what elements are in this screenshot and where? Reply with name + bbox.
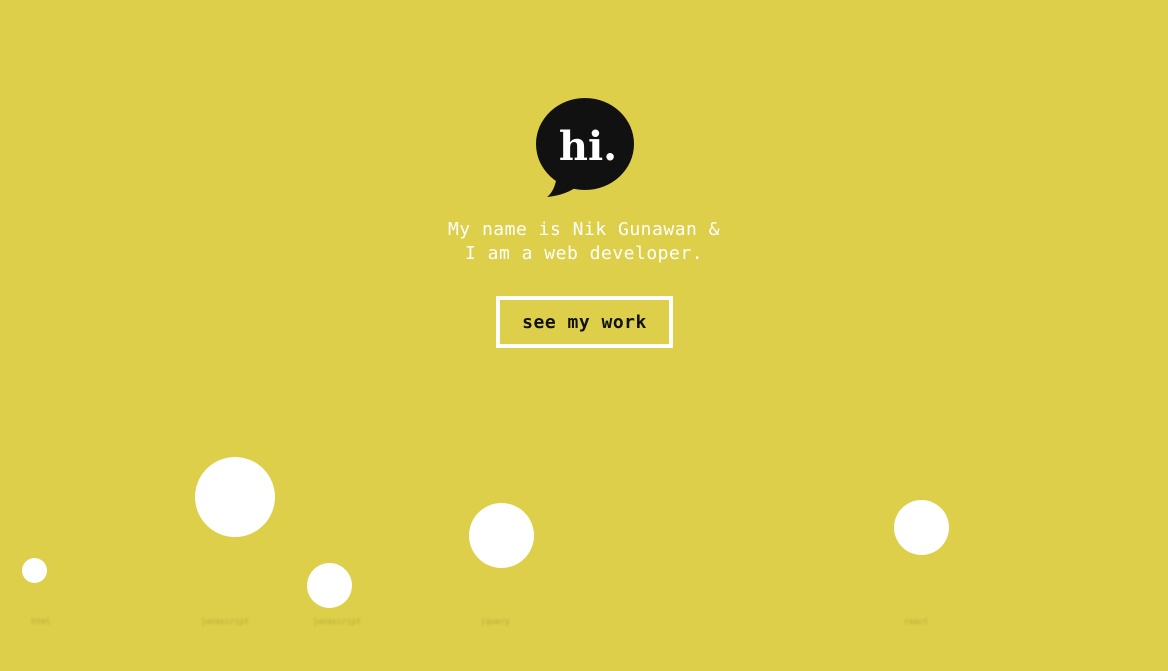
landing-page: hi. My name is Nik Gunawan & I am a web … [0,0,1168,671]
skill-bubble-label: html [31,617,51,626]
intro-text: My name is Nik Gunawan & I am a web deve… [384,218,784,266]
logo-text: hi. [559,123,617,170]
skill-bubble-label: jquery [480,617,510,626]
skill-bubble-label: react [903,617,929,626]
skill-bubble[interactable] [469,503,534,568]
skill-bubble[interactable] [22,558,47,583]
skill-bubble[interactable] [195,457,275,537]
speech-bubble-icon: hi. [535,97,637,199]
skill-bubble[interactable] [307,563,352,608]
see-my-work-label: see my work [522,311,647,333]
skill-bubble-label: javascript [312,617,362,626]
see-my-work-button[interactable]: see my work [496,296,673,348]
intro-line-2: I am a web developer. [464,243,704,264]
skill-bubble[interactable] [894,500,949,555]
intro-line-1: My name is Nik Gunawan & [447,219,721,240]
skill-bubble-label: javascript [200,617,250,626]
